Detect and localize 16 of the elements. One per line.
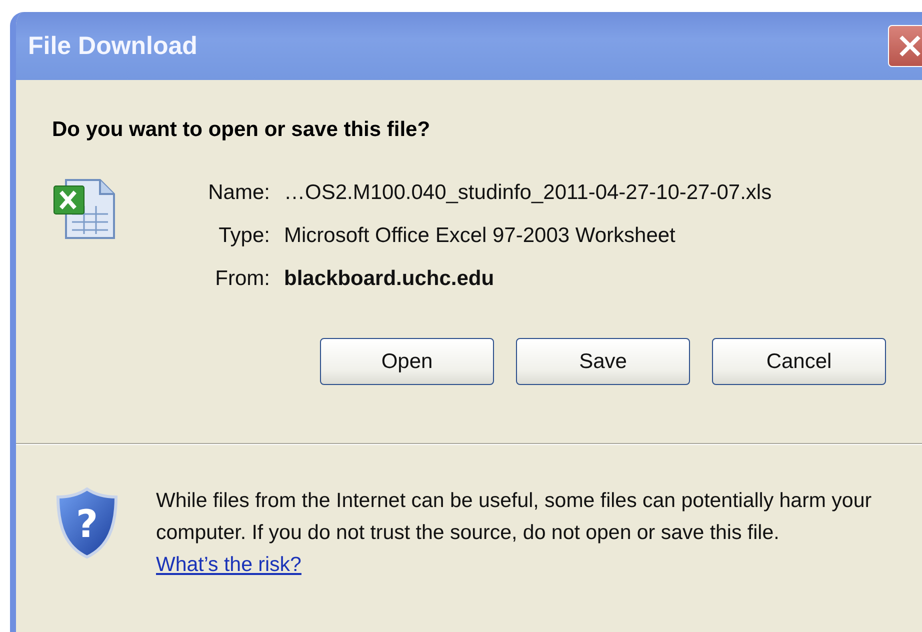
field-label: Type:	[218, 223, 270, 249]
risk-link[interactable]: What’s the risk?	[156, 553, 302, 576]
dialog-button[interactable]: Save	[516, 338, 690, 385]
window-title: File Download	[28, 32, 198, 60]
field-value: blackboard.uchc.edu	[284, 266, 496, 292]
field-label: Name:	[207, 180, 270, 206]
field-label: From:	[214, 266, 270, 292]
warning-text: While files from the Internet can be useful, some files can potentially harm your computer. If you do not trust the source, do not open or save this file. What’s the risk?	[156, 488, 873, 578]
close-icon	[898, 34, 922, 58]
dialog-question: Do you want to open or save this file?	[52, 118, 432, 142]
field-value: …OS2.M100.040_studinfo_2011-04-27-10-27-07.xls	[284, 180, 772, 206]
help-shield-icon: ?	[54, 487, 120, 559]
close-button[interactable]	[888, 25, 922, 67]
dialog-button[interactable]: Open	[320, 338, 494, 385]
field-value: Microsoft Office Excel 97-2003 Worksheet	[284, 223, 676, 249]
dialog-button[interactable]: Cancel	[712, 338, 886, 385]
